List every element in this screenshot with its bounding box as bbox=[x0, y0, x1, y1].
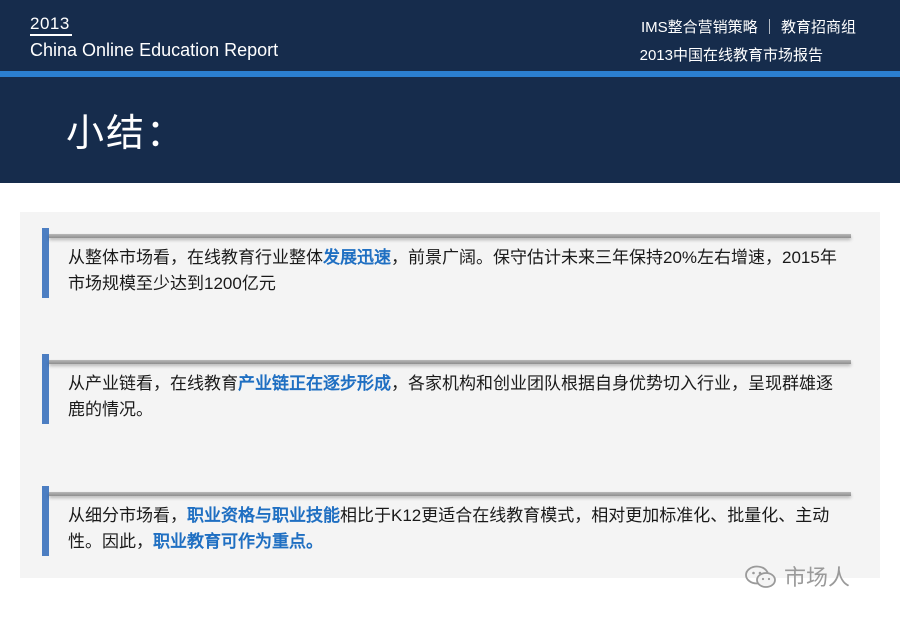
wechat-icon bbox=[745, 565, 776, 588]
item-side-bar bbox=[42, 354, 49, 424]
item-rule bbox=[49, 234, 851, 238]
header-divider bbox=[0, 71, 900, 77]
summary-item: 从细分市场看，职业资格与职业技能相比于K12更适合在线教育模式，相对更加标准化、… bbox=[42, 486, 874, 562]
highlight-segment: 职业教育可作为重点。 bbox=[153, 532, 323, 551]
text-segment: 从整体市场看，在线教育行业整体 bbox=[68, 248, 323, 267]
item-side-bar bbox=[42, 486, 49, 556]
watermark-text: 市场人 bbox=[784, 565, 851, 590]
header-banner: 2013 China Online Education Report IMS整合… bbox=[0, 0, 900, 183]
item-side-bar bbox=[42, 228, 49, 298]
highlight-segment: 发展迅速 bbox=[323, 248, 391, 267]
summary-item: 从整体市场看，在线教育行业整体发展迅速，前景广阔。保守估计未来三年保持20%左右… bbox=[42, 228, 874, 304]
section-title: 小结： bbox=[66, 113, 187, 155]
year-underline bbox=[30, 34, 72, 36]
summary-text: 从整体市场看，在线教育行业整体发展迅速，前景广阔。保守估计未来三年保持20%左右… bbox=[68, 245, 848, 297]
summary-item: 从产业链看，在线教育产业链正在逐步形成，各家机构和创业团队根据自身优势切入行业，… bbox=[42, 354, 874, 430]
item-rule bbox=[49, 492, 851, 496]
item-rule bbox=[49, 360, 851, 364]
report-year: 2013 bbox=[30, 14, 70, 33]
team-label: IMS整合营销策略 ｜ 教育招商组 bbox=[640, 19, 856, 36]
summary-panel: 从整体市场看，在线教育行业整体发展迅速，前景广阔。保守估计未来三年保持20%左右… bbox=[20, 212, 880, 578]
summary-text: 从产业链看，在线教育产业链正在逐步形成，各家机构和创业团队根据自身优势切入行业，… bbox=[68, 371, 848, 423]
text-segment: 从细分市场看， bbox=[68, 506, 187, 525]
report-title: China Online Education Report bbox=[30, 40, 279, 60]
highlight-segment: 产业链正在逐步形成 bbox=[238, 374, 391, 393]
summary-text: 从细分市场看，职业资格与职业技能相比于K12更适合在线教育模式，相对更加标准化、… bbox=[68, 503, 848, 555]
report-subtitle: 2013中国在线教育市场报告 bbox=[639, 47, 823, 64]
highlight-segment: 职业资格与职业技能 bbox=[187, 506, 340, 525]
text-segment: 从产业链看，在线教育 bbox=[68, 374, 238, 393]
